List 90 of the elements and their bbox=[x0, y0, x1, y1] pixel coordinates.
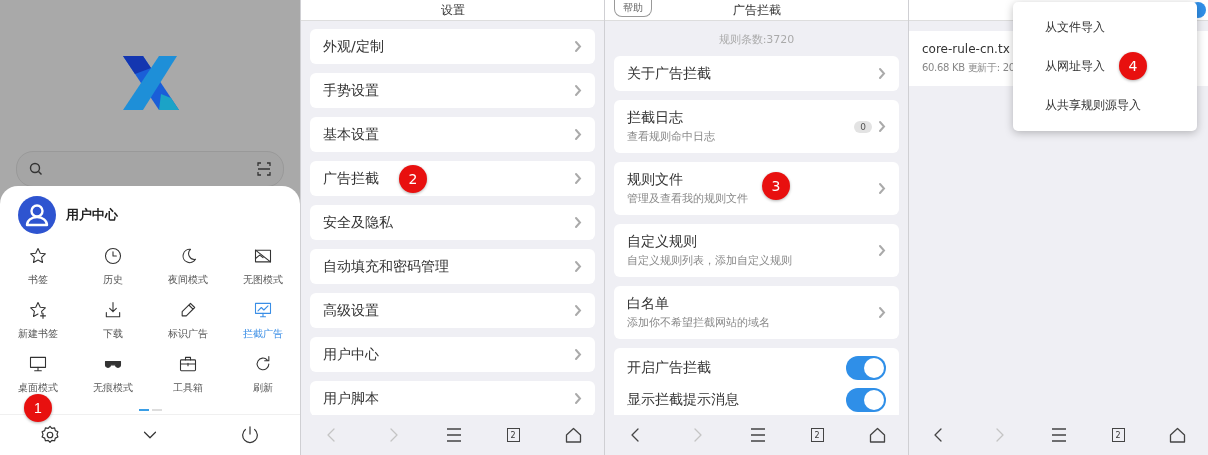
count-badge: 0 bbox=[854, 120, 872, 133]
home-icon[interactable] bbox=[868, 427, 886, 443]
help-button[interactable]: 帮助 bbox=[614, 0, 652, 17]
menu-tool[interactable]: 工具箱 bbox=[150, 354, 225, 395]
menu-tool[interactable]: 历史 bbox=[75, 246, 150, 287]
menu-tool[interactable]: 拦截广告 bbox=[225, 300, 300, 341]
step-badge: 1 bbox=[24, 394, 52, 422]
item-subtitle: 管理及查看我的规则文件 bbox=[627, 192, 748, 206]
toggle-label: 开启广告拦截 bbox=[627, 359, 711, 377]
item-title: 关于广告拦截 bbox=[627, 64, 711, 83]
step-badge: 2 bbox=[399, 165, 427, 193]
chevron-icon bbox=[878, 67, 886, 80]
chevron-icon bbox=[574, 172, 582, 185]
file-name: core-rule-cn.tx bbox=[922, 42, 1010, 56]
menu-tool[interactable]: 新建书签 bbox=[0, 300, 75, 341]
chevron-icon bbox=[574, 128, 582, 141]
settings-item[interactable]: 手势设置 bbox=[310, 73, 595, 108]
rule-count: 规则条数:3720 bbox=[717, 32, 796, 47]
chevron-icon bbox=[574, 304, 582, 317]
home-icon[interactable] bbox=[564, 427, 582, 443]
adblock-item[interactable]: 拦截日志 查看规则命中日志 0 bbox=[614, 100, 899, 153]
star-icon bbox=[27, 246, 48, 266]
adblock-item[interactable]: 白名单 添加你不希望拦截网站的域名 bbox=[614, 286, 899, 339]
crossed-image-icon bbox=[252, 246, 273, 266]
chevron-icon bbox=[574, 84, 582, 97]
settings-item[interactable]: 自动填充和密码管理 bbox=[310, 249, 595, 284]
menu-tool[interactable]: 标识广告 bbox=[150, 300, 225, 341]
adblock-item[interactable]: 自定义规则 自定义规则列表，添加自定义规则 bbox=[614, 224, 899, 277]
menu-tool[interactable]: 无痕模式 bbox=[75, 354, 150, 395]
item-title: 白名单 bbox=[627, 295, 669, 313]
menu-tool[interactable]: 夜间模式 bbox=[150, 246, 225, 287]
logo-icon bbox=[121, 56, 179, 110]
settings-item[interactable]: 广告拦截 2 bbox=[310, 161, 595, 196]
chevron-icon bbox=[574, 260, 582, 273]
star-plus-icon bbox=[27, 300, 48, 320]
toolbox-icon bbox=[177, 354, 198, 374]
menu-tool[interactable]: 桌面模式 bbox=[0, 354, 75, 395]
chevron-icon bbox=[574, 348, 582, 361]
item-title: 拦截日志 bbox=[627, 109, 683, 127]
menu-tool[interactable]: 无图模式 bbox=[225, 246, 300, 287]
chevron-icon bbox=[878, 244, 886, 257]
chevron-icon bbox=[574, 392, 582, 405]
tab-count-button[interactable]: 2 bbox=[506, 428, 520, 442]
settings-item[interactable]: 外观/定制 bbox=[310, 29, 595, 64]
item-subtitle: 查看规则命中日志 bbox=[627, 130, 715, 144]
menu-icon[interactable] bbox=[445, 428, 462, 442]
chevron-icon bbox=[878, 182, 886, 195]
chevron-icon bbox=[878, 306, 886, 319]
step-badge: 3 bbox=[762, 172, 790, 200]
chevron-icon bbox=[878, 120, 886, 133]
clock-icon bbox=[102, 246, 123, 266]
settings-item[interactable]: 基本设置 bbox=[310, 117, 595, 152]
adblock-item[interactable]: 规则文件 管理及查看我的规则文件 3 bbox=[614, 162, 899, 215]
adblock-item[interactable]: 关于广告拦截 bbox=[614, 56, 899, 91]
menu-tool[interactable]: 下载 bbox=[75, 300, 150, 341]
tab-count-button[interactable]: 2 bbox=[810, 428, 824, 442]
menu-item[interactable]: 从共享规则源导入 bbox=[1013, 86, 1197, 125]
home-icon[interactable] bbox=[1168, 427, 1186, 443]
menu-tool[interactable]: 书签 bbox=[0, 246, 75, 287]
toggle-label: 显示拦截提示消息 bbox=[627, 391, 739, 409]
settings-item[interactable]: 用户脚本 bbox=[310, 381, 595, 416]
item-title: 自定义规则 bbox=[627, 233, 697, 251]
menu-tool[interactable]: 刷新 bbox=[225, 354, 300, 395]
scan-icon[interactable] bbox=[257, 162, 271, 176]
step-badge: 4 bbox=[1119, 52, 1147, 80]
screen-title: 设置 bbox=[440, 1, 465, 19]
search-field[interactable] bbox=[16, 151, 284, 187]
settings-item[interactable]: 用户中心 bbox=[310, 337, 595, 372]
menu-item[interactable]: 从网址导入 4 bbox=[1013, 47, 1197, 86]
power-icon[interactable] bbox=[239, 424, 261, 446]
toggle-switch[interactable] bbox=[846, 356, 886, 380]
menu-icon[interactable] bbox=[1051, 428, 1068, 442]
tab-count-button[interactable]: 2 bbox=[1111, 428, 1125, 442]
settings-icon[interactable] bbox=[39, 424, 61, 446]
settings-item[interactable]: 安全及隐私 bbox=[310, 205, 595, 240]
chevron-icon bbox=[574, 216, 582, 229]
settings-item[interactable]: 高级设置 bbox=[310, 293, 595, 328]
monitor-icon bbox=[27, 354, 48, 374]
avatar-icon[interactable] bbox=[18, 196, 56, 234]
chevron-icon bbox=[574, 40, 582, 53]
item-subtitle: 自定义规则列表，添加自定义规则 bbox=[627, 254, 792, 268]
search-icon bbox=[29, 162, 43, 176]
item-subtitle: 添加你不希望拦截网站的域名 bbox=[627, 316, 770, 330]
monitor-chart-icon bbox=[252, 300, 273, 320]
menu-icon[interactable] bbox=[749, 428, 766, 442]
user-center-label[interactable]: 用户中心 bbox=[66, 206, 118, 224]
menu-item[interactable]: 从文件导入 bbox=[1013, 8, 1197, 47]
item-title: 规则文件 bbox=[627, 171, 683, 189]
toggle-switch[interactable] bbox=[846, 388, 886, 412]
screen-title: 广告拦截 bbox=[732, 1, 781, 19]
